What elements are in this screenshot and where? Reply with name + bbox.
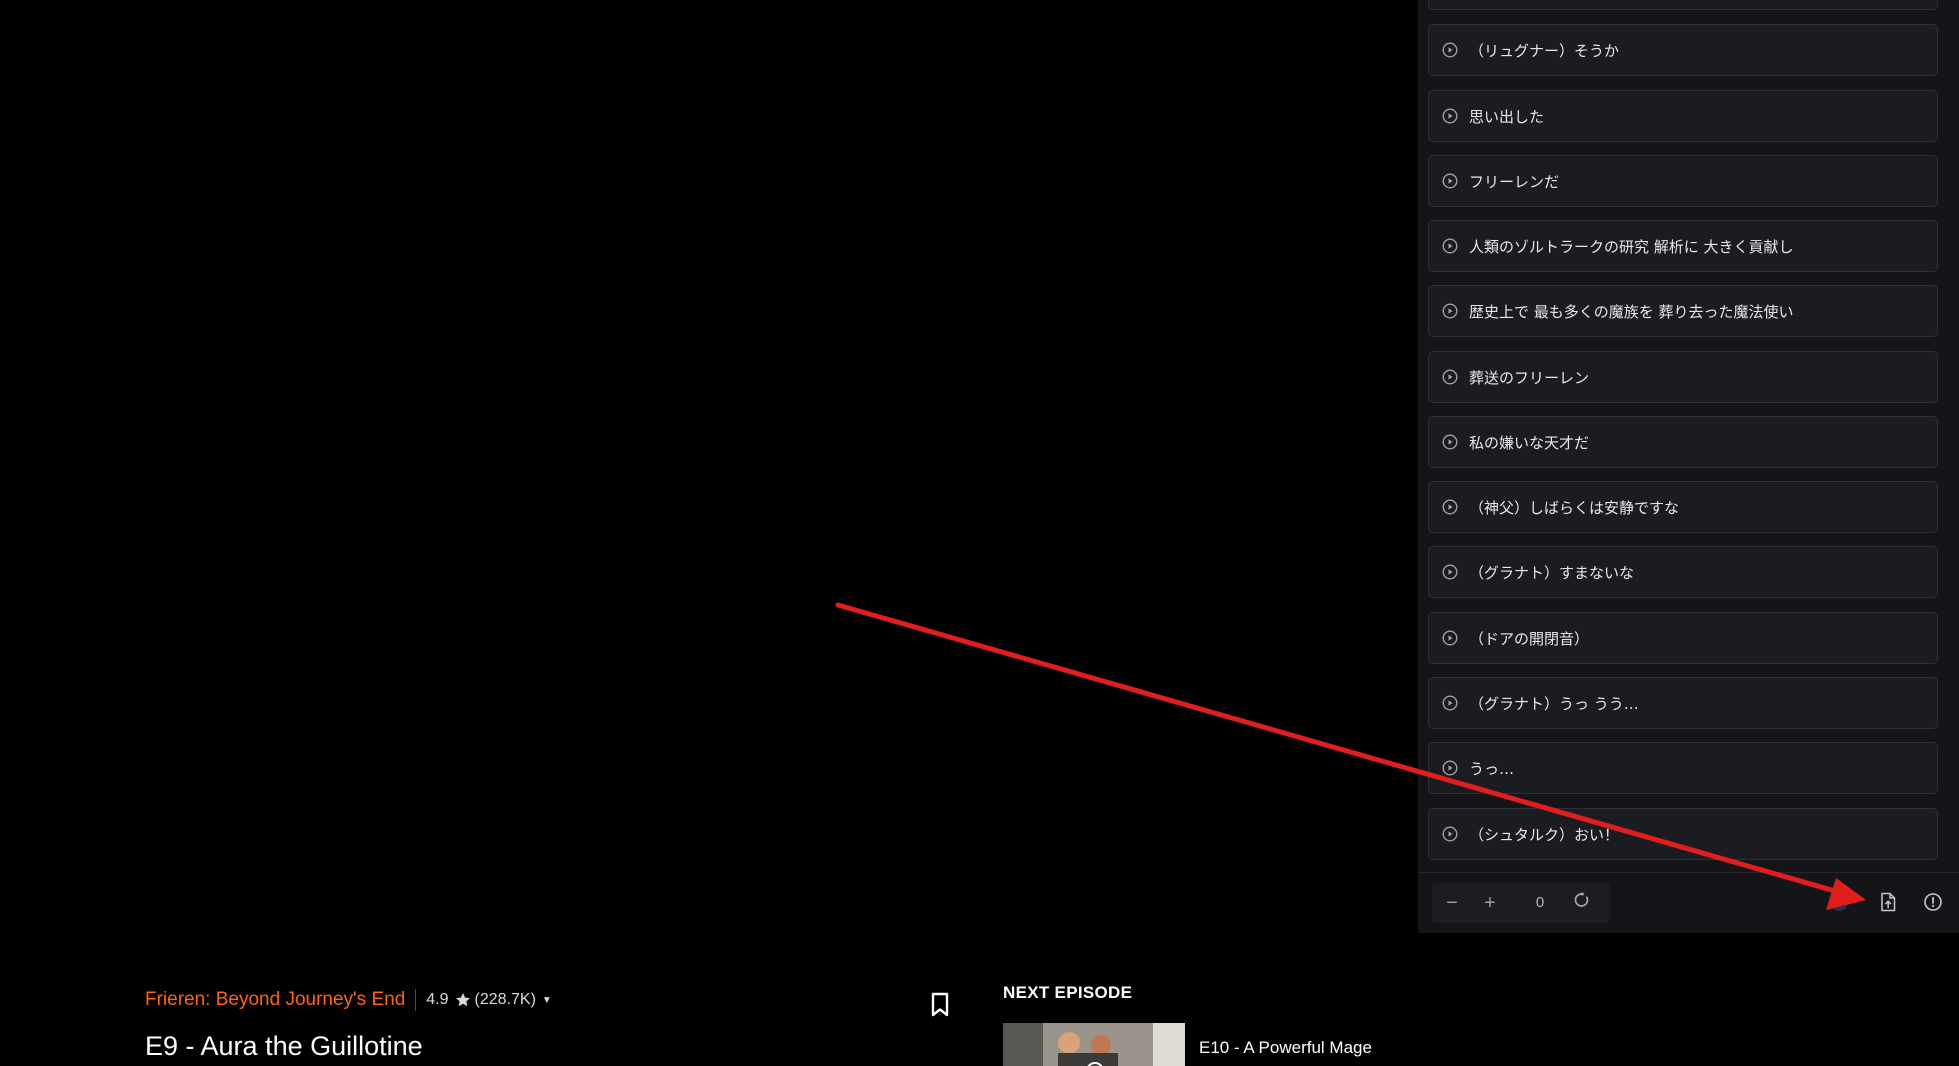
export-file-icon [1879, 892, 1897, 917]
play-circle-icon [1441, 172, 1459, 190]
play-circle-icon [1441, 563, 1459, 581]
offset-controls: − + 0 [1432, 883, 1610, 923]
translate-icon [1828, 891, 1850, 918]
plus-icon: + [1484, 891, 1496, 914]
play-circle-icon [1441, 368, 1459, 386]
subtitle-text: フリーレンだ [1469, 172, 1560, 191]
reset-button[interactable] [1564, 883, 1600, 923]
subtitle-item[interactable]: 葬送のフリーレン [1428, 351, 1938, 403]
play-circle-icon [1441, 41, 1459, 59]
subtitle-item[interactable] [1428, 0, 1938, 10]
subtitle-text: 歴史上で 最も多くの魔族を 葬り去った魔法使い [1469, 302, 1794, 321]
play-circle-icon [1441, 759, 1459, 777]
reset-icon [1573, 891, 1591, 915]
subtitle-text: （神父）しばらくは安静ですな [1469, 498, 1680, 517]
series-info: Frieren: Beyond Journey's End 4.9 (228.7… [145, 987, 552, 1013]
star-icon [455, 992, 471, 1008]
rating-count: (228.7K) [474, 991, 536, 1008]
subtitle-text: （グラナト）うっ うう… [1469, 694, 1639, 713]
panel-scrollbar[interactable] [1951, 0, 1959, 870]
subtitle-list[interactable]: （リュグナー）そうか 思い出した フリーレンだ 人類のゾルトラークの研究 解析に… [1428, 0, 1940, 870]
subtitle-item[interactable]: （リュグナー）そうか [1428, 24, 1938, 76]
play-circle-icon [1441, 107, 1459, 125]
bookmark-icon[interactable] [930, 992, 950, 1018]
plus-button[interactable]: + [1472, 883, 1508, 923]
subtitle-text: 私の嫌いな天才だ [1469, 433, 1590, 452]
subtitle-item[interactable]: （神父）しばらくは安静ですな [1428, 481, 1938, 533]
subtitle-item[interactable]: 歴史上で 最も多くの魔族を 葬り去った魔法使い [1428, 285, 1938, 337]
subtitle-item[interactable]: 思い出した [1428, 90, 1938, 142]
subtitle-item[interactable]: （ドアの開閉音） [1428, 612, 1938, 664]
subtitle-text: （リュグナー）そうか [1469, 41, 1620, 60]
minus-button[interactable]: − [1434, 883, 1470, 923]
subtitle-text: （グラナト）すまないな [1469, 563, 1635, 582]
video-player[interactable] [0, 0, 1418, 933]
play-circle-icon [1441, 825, 1459, 843]
series-title-link[interactable]: Frieren: Beyond Journey's End [145, 989, 405, 1011]
subtitle-text: 思い出した [1469, 107, 1545, 126]
app-window: （リュグナー）そうか 思い出した フリーレンだ 人類のゾルトラークの研究 解析に… [0, 0, 1959, 1066]
subtitle-item[interactable]: うっ… [1428, 742, 1938, 794]
subtitle-item[interactable]: （シュタルク）おい！ [1428, 808, 1938, 860]
caret-down-icon[interactable]: ▼ [542, 995, 552, 1006]
divider [415, 989, 417, 1011]
play-circle-icon [1441, 694, 1459, 712]
next-episode-thumbnail[interactable] [1003, 1023, 1185, 1066]
subtitle-item[interactable]: フリーレンだ [1428, 155, 1938, 207]
info-button[interactable] [1922, 892, 1944, 917]
subtitle-text: 葬送のフリーレン [1469, 368, 1590, 387]
subtitle-panel: （リュグナー）そうか 思い出した フリーレンだ 人類のゾルトラークの研究 解析に… [1418, 0, 1959, 933]
play-circle-icon [1441, 237, 1459, 255]
play-circle-icon [1441, 498, 1459, 516]
subtitle-text: （シュタルク）おい！ [1469, 825, 1620, 844]
subtitle-text: うっ… [1469, 759, 1515, 778]
translate-button[interactable] [1828, 891, 1850, 918]
export-file-button[interactable] [1877, 892, 1899, 917]
subtitle-text: （ドアの開閉音） [1469, 629, 1590, 648]
play-circle-icon [1441, 629, 1459, 647]
subtitle-toolbar: − + 0 [1418, 872, 1959, 933]
rating-value: 4.9 [426, 991, 449, 1008]
subtitle-text: 人類のゾルトラークの研究 解析に 大きく貢献し [1469, 237, 1794, 256]
next-episode-label: NEXT EPISODE [1003, 983, 1133, 1002]
play-circle-icon [1441, 302, 1459, 320]
subtitle-item[interactable]: 人類のゾルトラークの研究 解析に 大きく貢献し [1428, 220, 1938, 272]
offset-value: 0 [1535, 894, 1545, 911]
minus-icon: − [1446, 891, 1458, 914]
subtitle-item[interactable]: （グラナト）うっ うう… [1428, 677, 1938, 729]
next-episode-title[interactable]: E10 - A Powerful Mage [1199, 1038, 1372, 1058]
subtitle-item[interactable]: 私の嫌いな天才だ [1428, 416, 1938, 468]
play-circle-icon [1441, 433, 1459, 451]
episode-title: E9 - Aura the Guillotine [145, 1031, 423, 1061]
info-icon [1923, 892, 1943, 917]
subtitle-item[interactable]: （グラナト）すまないな [1428, 546, 1938, 598]
